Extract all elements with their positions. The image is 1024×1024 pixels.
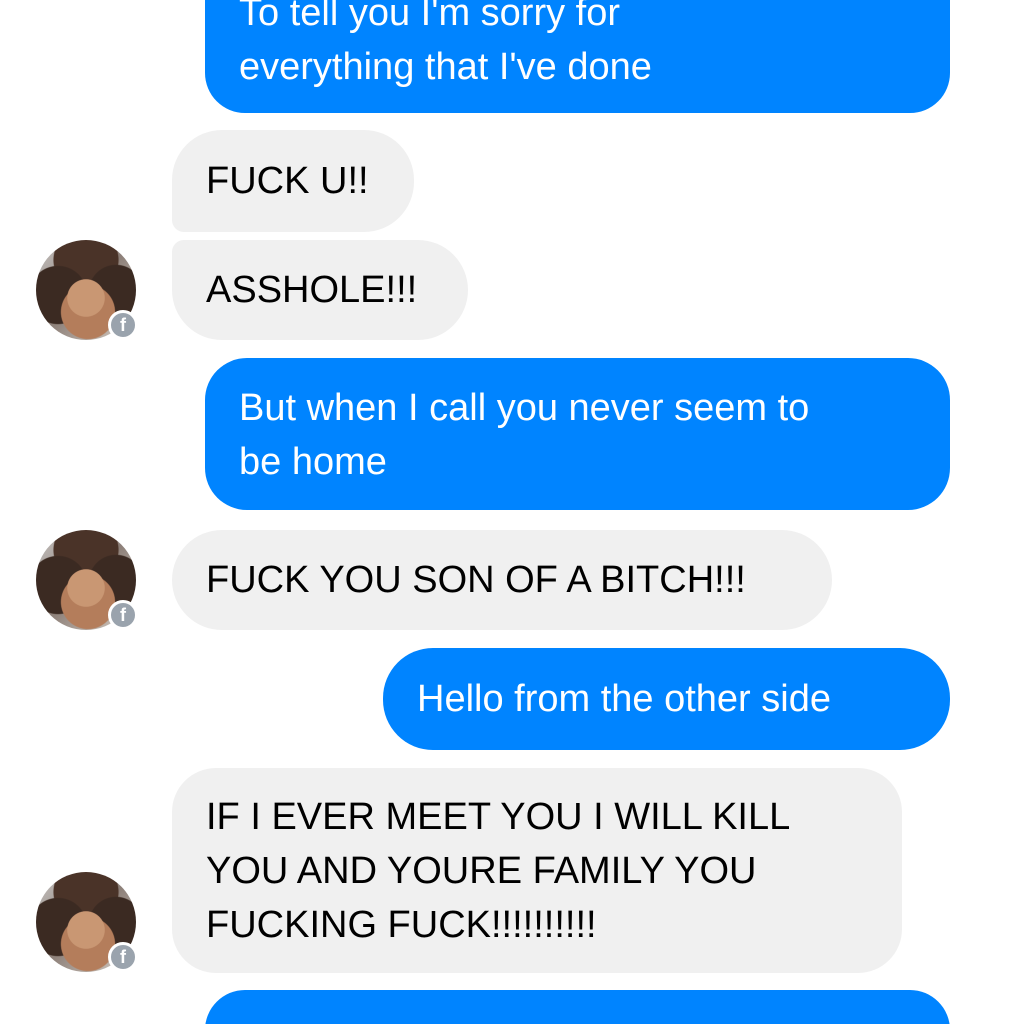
facebook-icon: f	[108, 942, 138, 972]
facebook-icon: f	[108, 310, 138, 340]
message-received[interactable]: IF I EVER MEET YOU I WILL KILL YOU AND Y…	[172, 768, 902, 973]
message-sent[interactable]: Hello from the other side	[383, 648, 950, 750]
message-sent[interactable]: But when I call you never seem to be hom…	[205, 358, 950, 510]
message-sent[interactable]: To tell you I'm sorry for everything tha…	[205, 0, 950, 113]
contact-avatar[interactable]: f	[36, 240, 138, 340]
message-received[interactable]: FUCK U!!	[172, 130, 414, 232]
facebook-icon: f	[108, 600, 138, 630]
message-sent[interactable]	[205, 990, 950, 1024]
message-received[interactable]: ASSHOLE!!!	[172, 240, 468, 340]
contact-avatar[interactable]: f	[36, 530, 138, 630]
chat-thread: To tell you I'm sorry for everything tha…	[0, 0, 1024, 1024]
message-received[interactable]: FUCK YOU SON OF A BITCH!!!	[172, 530, 832, 630]
contact-avatar[interactable]: f	[36, 872, 138, 972]
